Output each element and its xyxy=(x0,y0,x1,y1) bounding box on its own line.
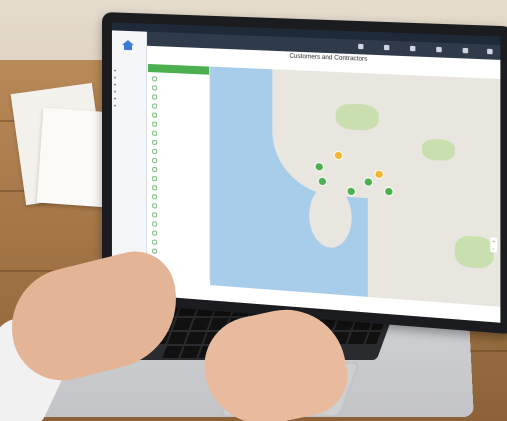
list-item[interactable] xyxy=(152,221,207,231)
checkbox-icon[interactable] xyxy=(152,185,158,191)
list-item[interactable] xyxy=(152,112,207,121)
user-icon[interactable] xyxy=(436,46,442,53)
list-item[interactable] xyxy=(152,121,207,131)
checkbox-icon[interactable] xyxy=(152,230,158,236)
checkbox-icon[interactable] xyxy=(152,112,158,118)
map-pin-icon[interactable] xyxy=(314,161,324,172)
list-item[interactable] xyxy=(152,239,207,249)
list-item[interactable] xyxy=(152,194,207,204)
list-item[interactable] xyxy=(152,230,207,240)
checkbox-icon[interactable] xyxy=(152,76,158,82)
house-logo-icon xyxy=(121,39,134,50)
checkbox-icon[interactable] xyxy=(152,203,158,209)
checkbox-icon[interactable] xyxy=(152,194,158,200)
sidebar-item[interactable] xyxy=(113,90,144,96)
map-pin-icon[interactable] xyxy=(363,177,374,187)
alerts-icon[interactable] xyxy=(409,45,416,52)
sidebar-item[interactable] xyxy=(113,69,144,75)
help-icon[interactable] xyxy=(462,47,469,54)
settings-icon[interactable] xyxy=(383,44,390,51)
checkbox-icon[interactable] xyxy=(152,121,158,127)
list-item[interactable] xyxy=(152,76,207,85)
checkbox-icon[interactable] xyxy=(152,103,158,109)
menu-icon[interactable] xyxy=(358,43,364,50)
checkbox-icon[interactable] xyxy=(152,94,158,100)
list-item[interactable] xyxy=(152,157,207,167)
map-pin-icon[interactable] xyxy=(317,176,328,187)
list-item[interactable] xyxy=(152,203,207,213)
checkbox-icon[interactable] xyxy=(152,139,158,146)
logout-icon[interactable] xyxy=(487,48,493,55)
list-item[interactable] xyxy=(152,166,207,176)
checkbox-icon[interactable] xyxy=(152,175,158,182)
list-item[interactable] xyxy=(152,139,207,149)
list-item[interactable] xyxy=(152,185,207,194)
list-item[interactable] xyxy=(152,212,207,222)
checkbox-icon[interactable] xyxy=(152,130,158,136)
sidebar-item[interactable] xyxy=(113,76,144,82)
list-item[interactable] xyxy=(152,130,207,140)
park-area xyxy=(421,138,455,162)
sidebar-item[interactable] xyxy=(113,83,144,89)
map-pin-icon[interactable] xyxy=(383,186,394,197)
sidebar-item[interactable] xyxy=(113,97,144,103)
checkbox-icon[interactable] xyxy=(152,157,158,164)
panel-header[interactable] xyxy=(148,63,210,75)
checkbox-icon[interactable] xyxy=(152,221,158,227)
photo-scene: Customers and Contractors + − xyxy=(0,0,507,421)
list-item[interactable] xyxy=(152,94,207,103)
park-area xyxy=(335,103,379,132)
list-item[interactable] xyxy=(152,175,207,185)
map-pin-icon[interactable] xyxy=(333,150,344,161)
map-pin-icon[interactable] xyxy=(346,186,356,197)
map-pin-icon[interactable] xyxy=(374,169,384,180)
checkbox-icon[interactable] xyxy=(152,148,158,155)
brand-name xyxy=(114,55,144,56)
park-area xyxy=(454,234,494,270)
sidebar-item[interactable] xyxy=(113,104,144,110)
checkbox-icon[interactable] xyxy=(152,85,158,91)
checkbox-icon[interactable] xyxy=(152,239,158,245)
contractor-list-panel xyxy=(148,63,211,281)
checkbox-icon[interactable] xyxy=(152,166,158,173)
list-item[interactable] xyxy=(152,103,207,112)
checkbox-icon[interactable] xyxy=(152,212,158,218)
list-item[interactable] xyxy=(152,85,207,94)
list-item[interactable] xyxy=(152,248,207,259)
checkbox-icon[interactable] xyxy=(152,248,158,254)
zoom-control[interactable]: + − xyxy=(490,237,498,253)
list-item[interactable] xyxy=(152,148,207,158)
map-view[interactable]: + − xyxy=(210,66,501,307)
